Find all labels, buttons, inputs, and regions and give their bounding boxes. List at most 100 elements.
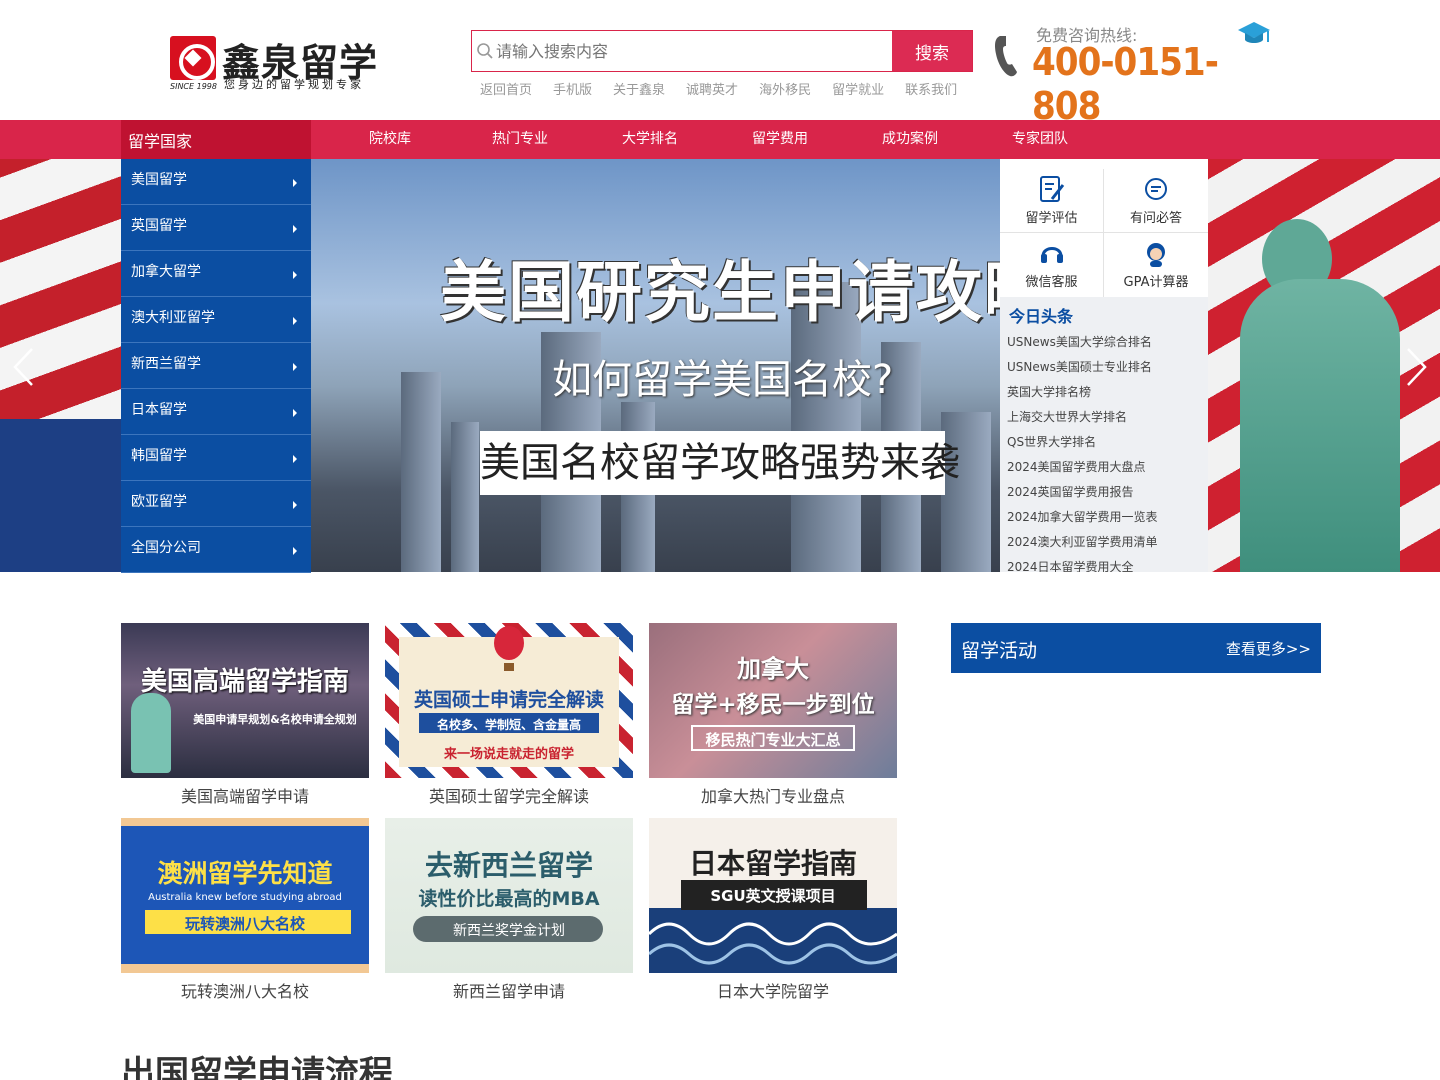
banner-building xyxy=(451,422,479,572)
top-link-careers[interactable]: 诚聘英才 xyxy=(686,79,738,98)
card-uk[interactable]: 英国硕士申请完全解读 名校多、学制短、含金量高 来一场说走就走的留学 英国硕士留… xyxy=(385,623,633,813)
caret-right-icon xyxy=(293,455,297,463)
card-australia[interactable]: 澳洲留学先知道 Australia knew before studying a… xyxy=(121,818,369,1008)
phone-icon xyxy=(995,36,1017,77)
nav-item-rankings[interactable]: 大学排名 xyxy=(585,120,715,159)
country-item-label: 全国分公司 xyxy=(131,540,201,556)
headline-item[interactable]: 2024美国留学费用大盘点 xyxy=(1007,458,1158,483)
tool-assessment[interactable]: 留学评估 xyxy=(1000,169,1104,233)
carousel-next-arrow-icon[interactable] xyxy=(1406,347,1428,387)
card-image-title: 加拿大 xyxy=(737,655,809,683)
card-image-subtitle-2: 玩转澳洲八大名校 xyxy=(184,915,305,933)
card-image-subtitle: 留学+移民一步到位 xyxy=(671,692,875,718)
logo-since: SINCE 1998 xyxy=(170,82,217,91)
card-canada[interactable]: 加拿大 留学+移民一步到位 移民热门专业大汇总 加拿大热门专业盘点 xyxy=(649,623,897,813)
banner-building xyxy=(941,412,991,572)
headline-item[interactable]: 英国大学排名榜 xyxy=(1007,383,1158,408)
top-link-employment[interactable]: 留学就业 xyxy=(832,79,884,98)
country-item-label: 澳大利亚留学 xyxy=(131,310,215,326)
nav-item-experts[interactable]: 专家团队 xyxy=(975,120,1105,159)
card-image-subtitle: 美国申请早规划&名校申请全规划 xyxy=(193,713,357,726)
section-heading: 出国留学申请流程 xyxy=(121,1054,393,1080)
top-link-home[interactable]: 返回首页 xyxy=(480,79,532,98)
country-item-new-zealand[interactable]: 新西兰留学 xyxy=(121,343,311,389)
card-image-subtitle: 读性价比最高的MBA xyxy=(418,888,600,910)
card-image-subtitle-2: 移民热门专业大汇总 xyxy=(705,731,841,749)
country-item-label: 日本留学 xyxy=(131,402,187,418)
card-image-subtitle: 名校多、学制短、含金量高 xyxy=(436,718,581,732)
statue-cartoon xyxy=(131,693,171,773)
caret-right-icon xyxy=(293,547,297,555)
top-link-immigration[interactable]: 海外移民 xyxy=(759,79,811,98)
hotline: 免费咨询热线: 400-0151-808 xyxy=(990,20,1280,128)
card-usa[interactable]: 美国高端留学指南 美国申请早规划&名校申请全规划 美国高端留学申请 xyxy=(121,623,369,813)
headline-item[interactable]: 2024日本留学费用大全 xyxy=(1007,558,1158,572)
wave-pattern-icon xyxy=(649,922,897,965)
activity-more-link[interactable]: 查看更多>> xyxy=(1226,638,1311,659)
nav-item-costs[interactable]: 留学费用 xyxy=(715,120,845,159)
tool-gpa-calculator[interactable]: GPA计算器 xyxy=(1104,233,1208,297)
card-caption: 新西兰留学申请 xyxy=(452,982,565,1001)
headline-title: 今日头条 xyxy=(1009,307,1074,326)
nav-country-label[interactable]: 留学国家 xyxy=(121,120,311,159)
headline-item[interactable]: 上海交大世界大学排名 xyxy=(1007,408,1158,433)
banner-subtitle: 如何留学美国名校? xyxy=(552,357,894,403)
headline-item[interactable]: 2024加拿大留学费用一览表 xyxy=(1007,508,1158,533)
card-image: 日本留学指南 SGU英文授课项目 xyxy=(649,818,897,973)
search-input[interactable] xyxy=(496,31,892,71)
site-logo[interactable]: 鑫泉留学 SINCE 1998 您身边的留学规划专家 xyxy=(170,36,395,92)
country-item-eurasia[interactable]: 欧亚留学 xyxy=(121,481,311,527)
country-item-label: 英国留学 xyxy=(131,218,187,234)
card-caption: 玩转澳洲八大名校 xyxy=(180,982,309,1001)
headline-item[interactable]: USNews美国大学综合排名 xyxy=(1007,333,1158,358)
country-item-label: 新西兰留学 xyxy=(131,356,201,372)
country-item-label: 韩国留学 xyxy=(131,448,187,464)
nav-links: 院校库 热门专业 大学排名 留学费用 成功案例 专家团队 xyxy=(325,120,1105,159)
card-image-title: 英国硕士申请完全解读 xyxy=(413,689,604,711)
headline-item[interactable]: 2024英国留学费用报告 xyxy=(1007,483,1158,508)
carousel-prev-arrow-icon[interactable] xyxy=(12,347,34,387)
nav-item-cases[interactable]: 成功案例 xyxy=(845,120,975,159)
country-item-uk[interactable]: 英国留学 xyxy=(121,205,311,251)
card-image: 美国高端留学指南 美国申请早规划&名校申请全规划 xyxy=(121,623,369,778)
nav-item-majors[interactable]: 热门专业 xyxy=(455,120,585,159)
card-japan[interactable]: 日本留学指南 SGU英文授课项目 日本大学院留学 xyxy=(649,818,897,1008)
card-caption: 英国硕士留学完全解读 xyxy=(428,787,589,806)
country-item-branches[interactable]: 全国分公司 xyxy=(121,527,311,573)
side-panel: 留学评估 有问必答 微信客服 GPA计算器 今日头条 USNews美国大学综合排… xyxy=(1000,159,1208,572)
graduation-cap-icon xyxy=(1238,22,1270,43)
country-item-usa[interactable]: 美国留学 xyxy=(121,159,311,205)
tool-wechat-service[interactable]: 微信客服 xyxy=(1000,233,1104,297)
card-image: 去新西兰留学 读性价比最高的MBA 新西兰奖学金计划 xyxy=(385,818,633,973)
hotline-number: 400-0151-808 xyxy=(1032,40,1219,128)
card-caption: 日本大学院留学 xyxy=(716,982,829,1001)
logo-slogan: 您身边的留学规划专家 xyxy=(224,78,364,91)
caret-right-icon xyxy=(293,271,297,279)
country-item-korea[interactable]: 韩国留学 xyxy=(121,435,311,481)
headline-item[interactable]: USNews美国硕士专业排名 xyxy=(1007,358,1158,383)
site-header: 鑫泉留学 SINCE 1998 您身边的留学规划专家 搜索 返回首页 手机版 关… xyxy=(0,0,1440,128)
statue-of-liberty xyxy=(1240,279,1400,572)
card-image-subtitle: SGU英文授课项目 xyxy=(710,887,836,905)
country-item-japan[interactable]: 日本留学 xyxy=(121,389,311,435)
top-link-about[interactable]: 关于鑫泉 xyxy=(613,79,665,98)
tool-label: 留学评估 xyxy=(1025,211,1078,226)
country-item-canada[interactable]: 加拿大留学 xyxy=(121,251,311,297)
caret-right-icon xyxy=(293,501,297,509)
tool-qa[interactable]: 有问必答 xyxy=(1104,169,1208,233)
top-link-contact[interactable]: 联系我们 xyxy=(905,79,957,98)
search-button[interactable]: 搜索 xyxy=(892,31,972,71)
country-item-label: 加拿大留学 xyxy=(131,264,201,280)
headline-item[interactable]: QS世界大学排名 xyxy=(1007,433,1158,458)
card-new-zealand[interactable]: 去新西兰留学 读性价比最高的MBA 新西兰奖学金计划 新西兰留学申请 xyxy=(385,818,633,1008)
headline-item[interactable]: 2024澳大利亚留学费用清单 xyxy=(1007,533,1158,558)
headline-list: USNews美国大学综合排名 USNews美国硕士专业排名 英国大学排名榜 上海… xyxy=(1007,333,1158,572)
caret-right-icon xyxy=(293,363,297,371)
nav-item-schools[interactable]: 院校库 xyxy=(325,120,455,159)
logo-mark-icon xyxy=(170,36,216,80)
card-image-subtitle-2: 新西兰奖学金计划 xyxy=(453,923,565,939)
card-image: 澳洲留学先知道 Australia knew before studying a… xyxy=(121,818,369,973)
country-item-australia[interactable]: 澳大利亚留学 xyxy=(121,297,311,343)
card-image-subtitle-2: 来一场说走就走的留学 xyxy=(443,747,574,762)
top-link-mobile[interactable]: 手机版 xyxy=(553,79,592,98)
